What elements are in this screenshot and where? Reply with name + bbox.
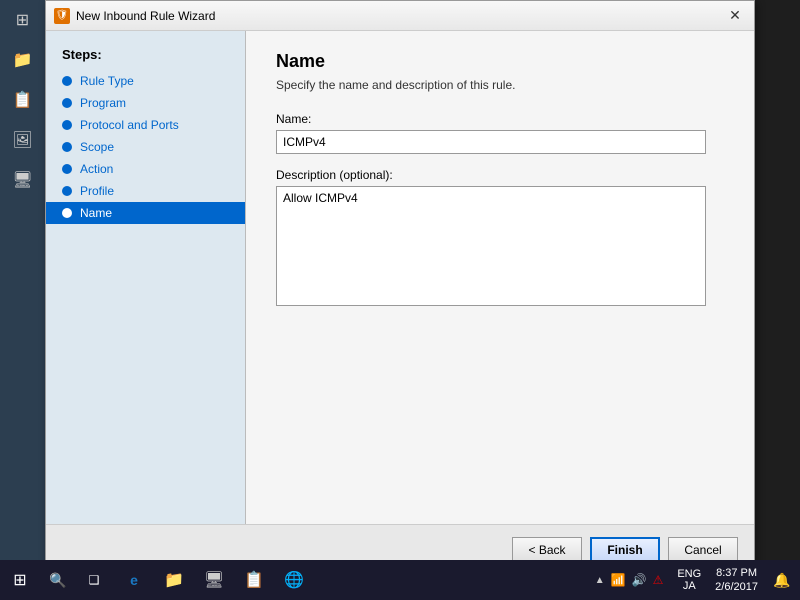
step-label-profile: Profile	[80, 184, 114, 198]
language-ja: JA	[683, 580, 696, 592]
cancel-button[interactable]: Cancel	[668, 537, 738, 563]
taskbar-icon-ie[interactable]: e	[116, 560, 152, 600]
step-dot-rule-type	[62, 76, 72, 86]
strip-icon-1[interactable]: ⊞	[0, 0, 45, 40]
tray-expand-icon[interactable]: ▲	[595, 575, 605, 586]
step-dot-scope	[62, 142, 72, 152]
task-view-button[interactable]: ❑	[76, 560, 112, 600]
taskbar-icon-cmd[interactable]: 🖥	[196, 560, 232, 600]
content-panel: Name Specify the name and description of…	[246, 31, 754, 524]
step-dot-program	[62, 98, 72, 108]
steps-header: Steps:	[46, 43, 245, 70]
new-inbound-rule-wizard-dialog: 🛡 New Inbound Rule Wizard ✕ Steps: Rule …	[45, 0, 755, 575]
notification-icon: 🔔	[773, 572, 790, 589]
step-label-name: Name	[80, 206, 112, 220]
strip-icon-5[interactable]: 🖥	[0, 160, 45, 200]
description-input[interactable]: Allow ICMPv4	[276, 186, 706, 306]
step-scope[interactable]: Scope	[46, 136, 245, 158]
step-dot-profile	[62, 186, 72, 196]
clock-time: 8:37 PM	[716, 566, 757, 580]
page-subtitle: Specify the name and description of this…	[276, 78, 724, 92]
name-form-group: Name:	[276, 112, 724, 154]
dialog-titlebar: 🛡 New Inbound Rule Wizard ✕	[46, 1, 754, 31]
step-rule-type[interactable]: Rule Type	[46, 70, 245, 92]
strip-icon-4[interactable]: 🖼	[0, 120, 45, 160]
description-form-group: Description (optional): Allow ICMPv4	[276, 168, 724, 309]
network-tray-icon[interactable]: 📶	[611, 573, 626, 587]
name-input[interactable]	[276, 130, 706, 154]
step-label-program: Program	[80, 96, 126, 110]
taskbar-search-button[interactable]: 🔍	[40, 560, 76, 600]
search-icon: 🔍	[49, 572, 66, 589]
taskbar-right-area: ▲ 📶 🔊 ⚠ ENG JA 8:37 PM 2/6/2017 🔔	[587, 560, 800, 600]
notification-center-button[interactable]: 🔔	[768, 560, 796, 600]
step-label-scope: Scope	[80, 140, 114, 154]
step-dot-action	[62, 164, 72, 174]
taskbar-icon-notepad[interactable]: 📋	[236, 560, 272, 600]
battery-tray-icon[interactable]: ⚠	[653, 573, 664, 587]
clock-date: 2/6/2017	[715, 580, 758, 594]
dialog-title-icon: 🛡	[54, 8, 70, 24]
left-navigation-strip: ⊞ 📁 📋 🖼 🖥	[0, 0, 45, 560]
step-program[interactable]: Program	[46, 92, 245, 114]
close-button[interactable]: ✕	[724, 5, 746, 27]
step-label-rule-type: Rule Type	[80, 74, 134, 88]
step-dot-protocol-ports	[62, 120, 72, 130]
step-label-action: Action	[80, 162, 113, 176]
step-dot-name	[62, 208, 72, 218]
volume-tray-icon[interactable]: 🔊	[632, 573, 647, 587]
taskbar-icon-network[interactable]: 🌐	[276, 560, 312, 600]
description-label: Description (optional):	[276, 168, 724, 182]
step-action[interactable]: Action	[46, 158, 245, 180]
language-indicator[interactable]: ENG JA	[673, 568, 705, 592]
start-icon: ⊞	[13, 570, 26, 590]
system-tray-icons: ▲ 📶 🔊 ⚠	[587, 573, 672, 587]
language-eng: ENG	[677, 568, 701, 580]
start-button[interactable]: ⊞	[0, 560, 40, 600]
dialog-body: Steps: Rule Type Program Protocol and Po…	[46, 31, 754, 524]
taskbar: ⊞ 🔍 ❑ e 📁 🖥 📋 🌐 ▲ 📶 🔊 ⚠ ENG J	[0, 560, 800, 600]
step-label-protocol-ports: Protocol and Ports	[80, 118, 179, 132]
system-clock[interactable]: 8:37 PM 2/6/2017	[707, 566, 766, 595]
step-name[interactable]: Name	[46, 202, 245, 224]
step-protocol-ports[interactable]: Protocol and Ports	[46, 114, 245, 136]
name-label: Name:	[276, 112, 724, 126]
step-profile[interactable]: Profile	[46, 180, 245, 202]
page-title: Name	[276, 51, 724, 72]
task-view-icon: ❑	[89, 573, 100, 587]
taskbar-pinned-icons: e 📁 🖥 📋 🌐	[116, 560, 312, 600]
steps-panel: Steps: Rule Type Program Protocol and Po…	[46, 31, 246, 524]
dialog-title: New Inbound Rule Wizard	[76, 9, 724, 23]
taskbar-icon-explorer[interactable]: 📁	[156, 560, 192, 600]
back-button[interactable]: < Back	[512, 537, 582, 563]
strip-icon-2[interactable]: 📁	[0, 40, 45, 80]
strip-icon-3[interactable]: 📋	[0, 80, 45, 120]
finish-button[interactable]: Finish	[590, 537, 660, 563]
